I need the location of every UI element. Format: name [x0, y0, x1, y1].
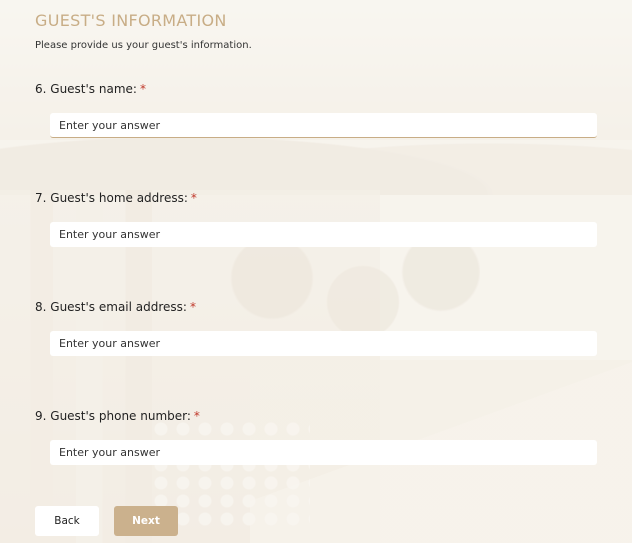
- guest-name-input[interactable]: [50, 113, 597, 138]
- required-marker: *: [139, 82, 146, 96]
- question-6-label: 6. Guest's name: *: [35, 82, 146, 96]
- section-description: Please provide us your guest's informati…: [35, 40, 252, 51]
- question-7-label: 7. Guest's home address: *: [35, 191, 197, 205]
- guest-email-input[interactable]: [50, 331, 597, 356]
- question-9-label: 9. Guest's phone number: *: [35, 409, 200, 423]
- question-8-label: 8. Guest's email address: *: [35, 300, 196, 314]
- guest-home-address-input[interactable]: [50, 222, 597, 247]
- form-section: GUEST'S INFORMATION Please provide us yo…: [0, 0, 632, 543]
- section-title: GUEST'S INFORMATION: [35, 11, 227, 30]
- next-button[interactable]: Next: [114, 506, 178, 536]
- back-button[interactable]: Back: [35, 506, 99, 536]
- question-7-text: 7. Guest's home address:: [35, 191, 188, 205]
- required-marker: *: [189, 300, 196, 314]
- question-6-text: 6. Guest's name:: [35, 82, 137, 96]
- required-marker: *: [190, 191, 197, 205]
- guest-phone-input[interactable]: [50, 440, 597, 465]
- question-8-text: 8. Guest's email address:: [35, 300, 187, 314]
- question-9-text: 9. Guest's phone number:: [35, 409, 191, 423]
- required-marker: *: [193, 409, 200, 423]
